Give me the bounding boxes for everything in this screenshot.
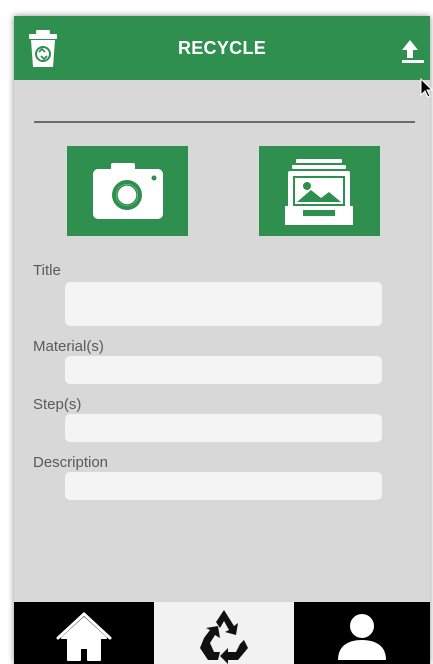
home-icon xyxy=(56,612,112,661)
upload-underline xyxy=(402,60,424,63)
upload-icon xyxy=(402,40,418,58)
camera-icon xyxy=(93,163,163,219)
nav-recycle[interactable] xyxy=(154,602,294,664)
title-input[interactable] xyxy=(65,282,382,326)
bottom-nav xyxy=(14,602,430,664)
recycle-icon xyxy=(200,610,248,664)
description-input[interactable] xyxy=(65,472,382,500)
title-label: Title xyxy=(33,262,61,279)
page-title: RECYCLE xyxy=(177,38,267,58)
profile-icon xyxy=(338,614,386,660)
gallery-button[interactable] xyxy=(259,146,380,236)
steps-input[interactable] xyxy=(65,414,382,442)
divider xyxy=(34,121,415,123)
steps-label: Step(s) xyxy=(33,396,82,413)
nav-home[interactable] xyxy=(14,602,154,664)
materials-label: Material(s) xyxy=(33,338,104,355)
camera-button[interactable] xyxy=(67,146,188,236)
materials-input[interactable] xyxy=(65,356,382,384)
app-bar: RECYCLE xyxy=(14,16,430,80)
app-screen: RECYCLE Title Material(s) Step(s) Descri… xyxy=(14,16,430,664)
description-label: Description xyxy=(33,454,109,471)
mouse-cursor-icon xyxy=(420,78,433,98)
upload-button[interactable] xyxy=(396,38,424,68)
nav-profile[interactable] xyxy=(294,602,430,664)
gallery-icon xyxy=(285,159,353,225)
